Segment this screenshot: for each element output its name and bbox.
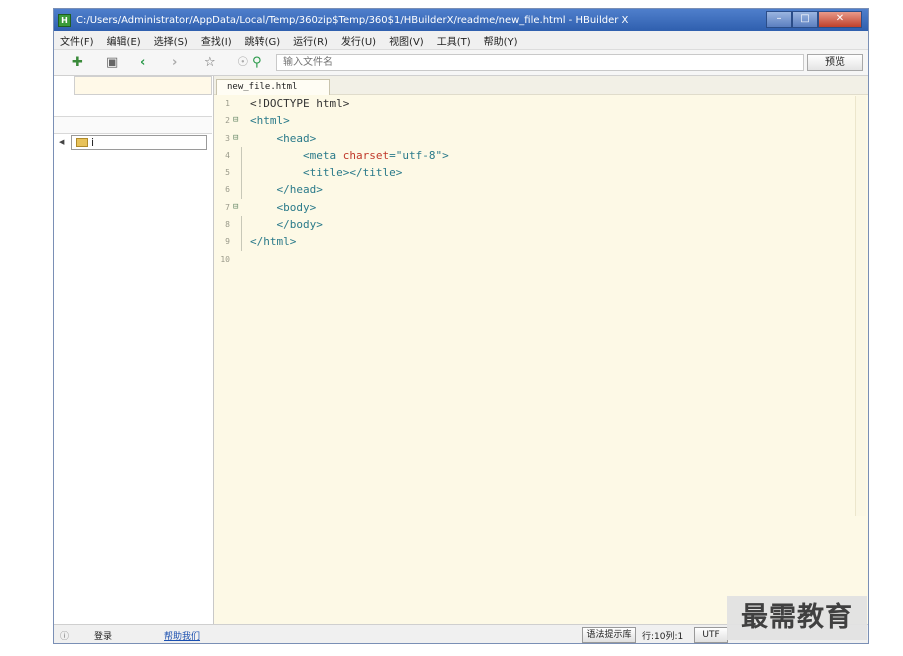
maximize-icon[interactable]: □ [792, 11, 818, 28]
new-file-icon[interactable]: ✚ [72, 55, 83, 71]
preview-button[interactable]: 预览 [807, 54, 863, 71]
encoding-button[interactable]: UTF [694, 627, 728, 643]
code-text: <meta charset="utf-8"> [250, 147, 449, 164]
fold-toggle-icon[interactable]: ⊟ [233, 130, 238, 147]
indent-guide [241, 233, 242, 251]
line-number: 8 [225, 220, 230, 230]
window-title: C:/Users/Administrator/AppData/Local/Tem… [76, 14, 629, 26]
code-token: <!DOCTYPE html> [250, 97, 350, 110]
menu-publish[interactable]: 发行(U) [341, 33, 376, 48]
code-token: <head> [250, 131, 317, 145]
code-token: "utf-8" [395, 148, 443, 162]
close-icon[interactable]: ✕ [818, 11, 862, 28]
line-number: 7 [225, 202, 230, 212]
code-line[interactable]: 6 </head> [214, 181, 854, 199]
code-text: <html> [250, 112, 290, 129]
minimize-icon[interactable]: – [766, 11, 792, 28]
code-line[interactable]: 4 <meta charset="utf-8"> [214, 146, 854, 165]
code-token: </head> [250, 183, 323, 197]
code-token: <html> [250, 114, 290, 128]
code-line[interactable]: 3 ⊟ <head> [214, 130, 854, 147]
code-text: <body> [250, 199, 316, 216]
vertical-scrollbar[interactable] [855, 96, 866, 516]
save-icon[interactable]: ▣ [106, 55, 118, 71]
code-text: <head> [250, 130, 316, 147]
code-text: <!DOCTYPE html> [250, 95, 349, 112]
code-token: </html> [250, 235, 297, 249]
help-us-link[interactable]: 帮助我们 [164, 629, 200, 642]
expand-arrow-icon[interactable]: ◀ [59, 138, 64, 146]
info-icon[interactable]: ⓘ [60, 629, 69, 642]
code-line[interactable]: 2 ⊟ <html> [214, 112, 854, 129]
code-editor[interactable]: new_file.html 1 <!DOCTYPE html> 2 ⊟ <html> 3 ⊟… [214, 76, 868, 624]
line-number: 9 [225, 237, 230, 247]
line-number: 6 [225, 185, 230, 195]
menu-select[interactable]: 选择(S) [154, 33, 188, 48]
tree-item-rename-field[interactable]: i [71, 135, 207, 150]
code-token: > [442, 148, 449, 162]
explorer-header [54, 116, 212, 134]
file-search-input[interactable] [276, 54, 804, 71]
code-text: <title></title> [250, 164, 402, 181]
forward-arrow-icon[interactable]: › [172, 55, 177, 71]
fold-toggle-icon[interactable]: ⊟ [233, 199, 238, 216]
toolbar: ✚ ▣ ‹ › ☆ ☉ ⚲ 预览 [54, 50, 868, 76]
code-text: </body> [250, 216, 323, 233]
menu-view[interactable]: 视图(V) [389, 33, 424, 48]
tab-new-file[interactable]: new_file.html [216, 79, 330, 95]
indent-guide [241, 216, 242, 234]
code-token: </body> [250, 218, 323, 232]
code-text: </html> [250, 233, 296, 250]
search-icon[interactable]: ⚲ [252, 55, 262, 71]
line-number: 1 [225, 99, 230, 108]
code-line[interactable]: 7 ⊟ <body> [214, 199, 854, 216]
tree-item-label: i [91, 136, 95, 149]
line-number: 2 [225, 116, 230, 126]
code-token: = [389, 148, 396, 162]
line-number: 4 [225, 150, 230, 160]
title-bar[interactable]: H C:/Users/Administrator/AppData/Local/T… [54, 9, 868, 31]
code-area[interactable]: 1 <!DOCTYPE html> 2 ⊟ <html> 3 ⊟ <head> 4 <meta… [214, 95, 854, 268]
circle-icon[interactable]: ☉ [237, 55, 249, 71]
indent-guide [241, 146, 242, 165]
menu-help[interactable]: 帮助(Y) [484, 33, 518, 48]
code-token: <title></title> [250, 166, 403, 180]
code-line[interactable]: 9 </html> [214, 233, 854, 251]
indent-guide [241, 164, 242, 182]
explorer-filter-box[interactable] [74, 76, 212, 95]
code-token: charset [342, 148, 390, 162]
project-explorer: i ◀ [54, 76, 214, 624]
code-line[interactable]: 5 <title></title> [214, 164, 854, 182]
editor-tab-bar: new_file.html [214, 76, 868, 95]
fold-toggle-icon[interactable]: ⊟ [233, 112, 238, 129]
menu-run[interactable]: 运行(R) [293, 33, 328, 48]
menu-find[interactable]: 查找(I) [201, 33, 232, 48]
code-line[interactable]: 1 <!DOCTYPE html> [214, 95, 854, 112]
menu-edit[interactable]: 编辑(E) [107, 33, 141, 48]
code-text: </head> [250, 181, 323, 198]
code-line[interactable]: 10 [214, 251, 854, 268]
line-number: 5 [225, 168, 230, 178]
indent-guide [241, 181, 242, 199]
menu-file[interactable]: 文件(F) [60, 33, 94, 48]
syntax-library-button[interactable]: 语法提示库 [582, 627, 636, 643]
line-number: 3 [225, 133, 230, 143]
window-controls: – □ ✕ [766, 11, 862, 28]
code-token: <body> [250, 200, 317, 214]
menu-bar: 文件(F) 编辑(E) 选择(S) 查找(I) 跳转(G) 运行(R) 发行(U… [54, 31, 868, 50]
cursor-position: 行:10列:1 [642, 632, 684, 642]
hbuilder-logo-icon: H [58, 13, 71, 27]
app-window: H C:/Users/Administrator/AppData/Local/T… [53, 8, 869, 644]
folder-icon [76, 138, 88, 147]
login-link[interactable]: 登录 [94, 629, 112, 642]
code-line[interactable]: 8 </body> [214, 216, 854, 234]
menu-goto[interactable]: 跳转(G) [245, 33, 281, 48]
back-arrow-icon[interactable]: ‹ [140, 55, 145, 71]
watermark-logo: 最需教育 [727, 596, 867, 640]
code-token: <meta [250, 148, 343, 162]
menu-tools[interactable]: 工具(T) [437, 33, 471, 48]
line-number: 10 [220, 254, 230, 264]
star-icon[interactable]: ☆ [204, 55, 216, 71]
